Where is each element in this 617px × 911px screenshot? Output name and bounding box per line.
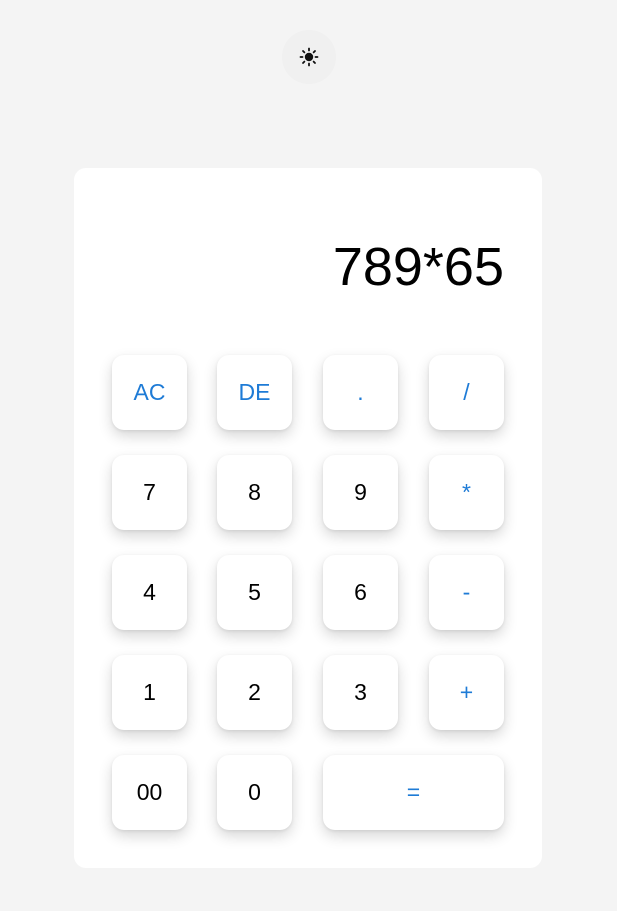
double-zero-button[interactable]: 00 [112,755,187,830]
calculator-display: 789*65 [332,237,504,297]
digit-1-button[interactable]: 1 [112,655,187,730]
equals-button[interactable]: = [323,755,504,830]
digit-3-button[interactable]: 3 [323,655,398,730]
clear-all-button[interactable]: AC [112,355,187,430]
multiply-button[interactable]: * [429,455,504,530]
digit-8-button[interactable]: 8 [217,455,292,530]
sun-icon [299,47,319,67]
digit-7-button[interactable]: 7 [112,455,187,530]
digit-0-button[interactable]: 0 [217,755,292,830]
decimal-button[interactable]: . [323,355,398,430]
theme-toggle-button[interactable] [282,30,336,84]
digit-6-button[interactable]: 6 [323,555,398,630]
digit-5-button[interactable]: 5 [217,555,292,630]
add-button[interactable]: + [429,655,504,730]
digit-4-button[interactable]: 4 [112,555,187,630]
digit-9-button[interactable]: 9 [323,455,398,530]
digit-2-button[interactable]: 2 [217,655,292,730]
divide-button[interactable]: / [429,355,504,430]
calculator-panel: 789*65 AC DE . / 7 8 9 * 4 5 6 - 1 2 3 +… [74,168,542,868]
delete-button[interactable]: DE [217,355,292,430]
subtract-button[interactable]: - [429,555,504,630]
